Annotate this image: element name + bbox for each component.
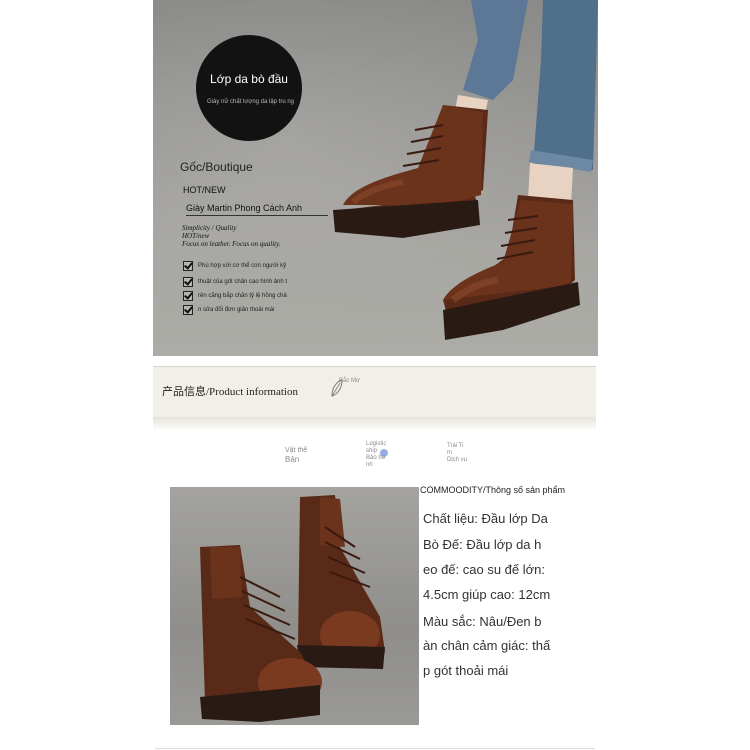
hot-new-label: HOT/NEW	[183, 185, 226, 195]
checkbox-icon	[183, 261, 193, 271]
leaf-icon	[331, 379, 343, 397]
spec-line: p gót thoải mái	[423, 663, 509, 678]
feature-item: n sửa đổi đơn giản thoải mái	[183, 304, 274, 316]
slogan-line-3: Focus on leather. Focus on quality.	[182, 240, 281, 248]
slogan-line-2: HOT/new	[182, 232, 210, 240]
spec-line: eo đế: cao su đế lớn:	[423, 562, 545, 577]
tab-object-line1: Vật thể	[285, 447, 308, 454]
slogan-line-1: Simplicity / Quality	[182, 224, 237, 232]
dot-icon	[380, 449, 388, 457]
product-photo	[170, 487, 419, 725]
specs-heading: COMMOODITY/Thông số sản phẩm	[420, 485, 566, 495]
spec-line: àn chân cảm giác: thấ	[423, 638, 551, 653]
feature-item: thuật của gót chân cao hình ảnh t	[183, 276, 287, 288]
feature-text: rên căng bắp chân tỷ lệ hồng chả	[198, 293, 287, 299]
badge-title: Lớp da bò đầu	[210, 72, 288, 86]
jeans-right	[533, 0, 598, 170]
spec-line: Màu sắc: Nâu/Đen b	[423, 614, 542, 629]
checkbox-icon	[183, 305, 193, 315]
band-shadow	[153, 417, 596, 431]
tab-logistics[interactable]: Logistic ship Bảo hà nh	[366, 441, 388, 469]
tab-service[interactable]: Trái Ti m Dịch vụ	[447, 443, 467, 464]
checkbox-icon	[183, 291, 193, 301]
origin-label: Gốc/Boutique	[180, 160, 253, 174]
tab-object-line2: Bản	[285, 455, 300, 464]
spec-line: Bò Đế: Đầu lớp da h	[423, 537, 542, 552]
feature-item: rên căng bắp chân tỷ lệ hồng chả	[183, 290, 287, 302]
feature-text: thuật của gót chân cao hình ảnh t	[198, 279, 288, 285]
divider	[155, 748, 595, 749]
product-info-title: 产品信息/Product information	[162, 386, 298, 398]
badge-circle	[196, 35, 302, 141]
spec-line: 4.5cm giúp cao: 12cm	[423, 587, 551, 602]
checkbox-icon	[183, 277, 193, 287]
tab-service-line1: Trái Ti	[447, 443, 464, 449]
tab-service-line2: m	[447, 450, 452, 456]
feature-item: Phù hợp với cơ thể con người kỹ	[183, 260, 286, 272]
spec-line: Chất liệu: Đầu lớp Da	[423, 511, 548, 526]
slogan: Simplicity / Quality HOT/new Focus on le…	[182, 224, 281, 248]
model-name: Giày Martin Phong Cách Anh	[186, 203, 328, 216]
badge-subtitle: Giày nữ chất lượng da lập tru ng	[207, 99, 295, 105]
tab-object[interactable]: Vật thể Bản	[285, 446, 307, 464]
tab-service-line3: Dịch vụ	[447, 457, 468, 463]
feature-text: Phù hợp với cơ thể con người kỹ	[198, 263, 287, 269]
jeans-left	[463, 0, 528, 100]
tab-logistics-line4: nh	[366, 462, 373, 468]
feature-text: n sửa đổi đơn giản thoải mái	[198, 307, 275, 313]
boots-pair-illustration	[200, 495, 385, 722]
tab-logistics-line1: Logistic	[366, 441, 387, 447]
